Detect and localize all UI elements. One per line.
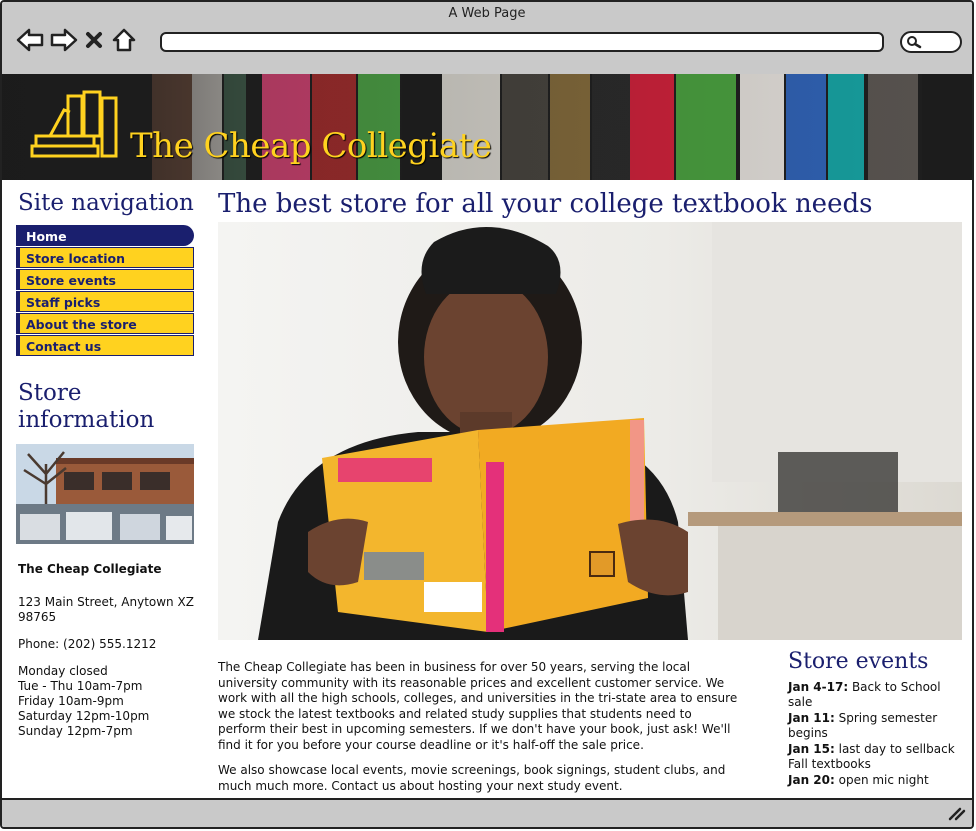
event-date: Jan 15: — [788, 741, 835, 756]
hours-line: Monday closed — [18, 664, 108, 678]
store-information: The Cheap Collegiate 123 Main Street, An… — [18, 562, 196, 739]
sidebar: Site navigation Home Store location Stor… — [16, 180, 196, 739]
main-content: The best store for all your college text… — [218, 180, 964, 793]
store-events-heading: Store events — [788, 649, 929, 674]
nav-item-home[interactable]: Home — [16, 225, 194, 246]
event-date: Jan 11: — [788, 710, 835, 725]
store-description: The Cheap Collegiate has been in busines… — [218, 660, 738, 802]
store-phone: Phone: (202) 555.1212 — [18, 637, 157, 651]
hours-line: Tue - Thu 10am-7pm — [18, 679, 143, 693]
hours-line: Saturday 12pm-10pm — [18, 709, 150, 723]
event-item: Jan 15: last day to sellback Fall textbo… — [788, 742, 964, 773]
nav-item-about-the-store[interactable]: About the store — [16, 313, 194, 334]
page-headline: The best store for all your college text… — [218, 189, 873, 219]
resize-grip-icon[interactable] — [946, 805, 966, 821]
event-item: Jan 20: open mic night — [788, 773, 964, 789]
web-page: The Cheap Collegiate Site navigation Hom… — [2, 74, 972, 802]
browser-window: A Web Page The Cheap Collegiate Site nav… — [0, 0, 974, 829]
site-title[interactable]: The Cheap Collegiate — [130, 126, 492, 166]
status-bar — [2, 798, 972, 827]
event-item: Jan 4-17: Back to School sale — [788, 680, 964, 711]
site-navigation-heading: Site navigation — [18, 190, 194, 216]
event-date: Jan 20: — [788, 772, 835, 787]
forward-arrow-icon[interactable] — [50, 26, 78, 54]
window-title: A Web Page — [448, 6, 526, 21]
site-navigation: Home Store location Store events Staff p… — [16, 225, 194, 356]
event-item: Jan 11: Spring semester begins — [788, 711, 964, 742]
event-text: open mic night — [838, 772, 929, 787]
hero-photo-student-reading — [218, 222, 962, 640]
address-bar[interactable] — [160, 32, 884, 52]
browser-toolbar: A Web Page — [2, 2, 972, 76]
search-box[interactable] — [900, 31, 962, 53]
store-address: 123 Main Street, Anytown XZ 98765 — [18, 595, 194, 624]
nav-buttons — [16, 26, 138, 54]
nav-item-contact-us[interactable]: Contact us — [16, 335, 194, 356]
store-information-heading: Store information — [18, 380, 155, 433]
storefront-photo — [16, 444, 194, 544]
store-name: The Cheap Collegiate — [18, 562, 162, 576]
site-banner: The Cheap Collegiate — [2, 74, 972, 180]
event-date: Jan 4-17: — [788, 679, 849, 694]
hours-line: Sunday 12pm-7pm — [18, 724, 133, 738]
close-x-icon[interactable] — [84, 26, 104, 54]
home-icon[interactable] — [110, 26, 138, 54]
store-events-panel: Store events Jan 4-17: Back to School sa… — [788, 649, 964, 789]
nav-item-store-location[interactable]: Store location — [16, 247, 194, 268]
hours-line: Friday 10am-9pm — [18, 694, 124, 708]
logo-books-icon — [30, 90, 118, 158]
nav-item-store-events[interactable]: Store events — [16, 269, 194, 290]
back-arrow-icon[interactable] — [16, 26, 44, 54]
description-paragraph: We also showcase local events, movie scr… — [218, 763, 726, 793]
nav-item-staff-picks[interactable]: Staff picks — [16, 291, 194, 312]
store-hours: Monday closed Tue - Thu 10am-7pm Friday … — [18, 664, 196, 739]
description-paragraph: The Cheap Collegiate has been in busines… — [218, 660, 738, 752]
search-icon — [907, 36, 922, 49]
